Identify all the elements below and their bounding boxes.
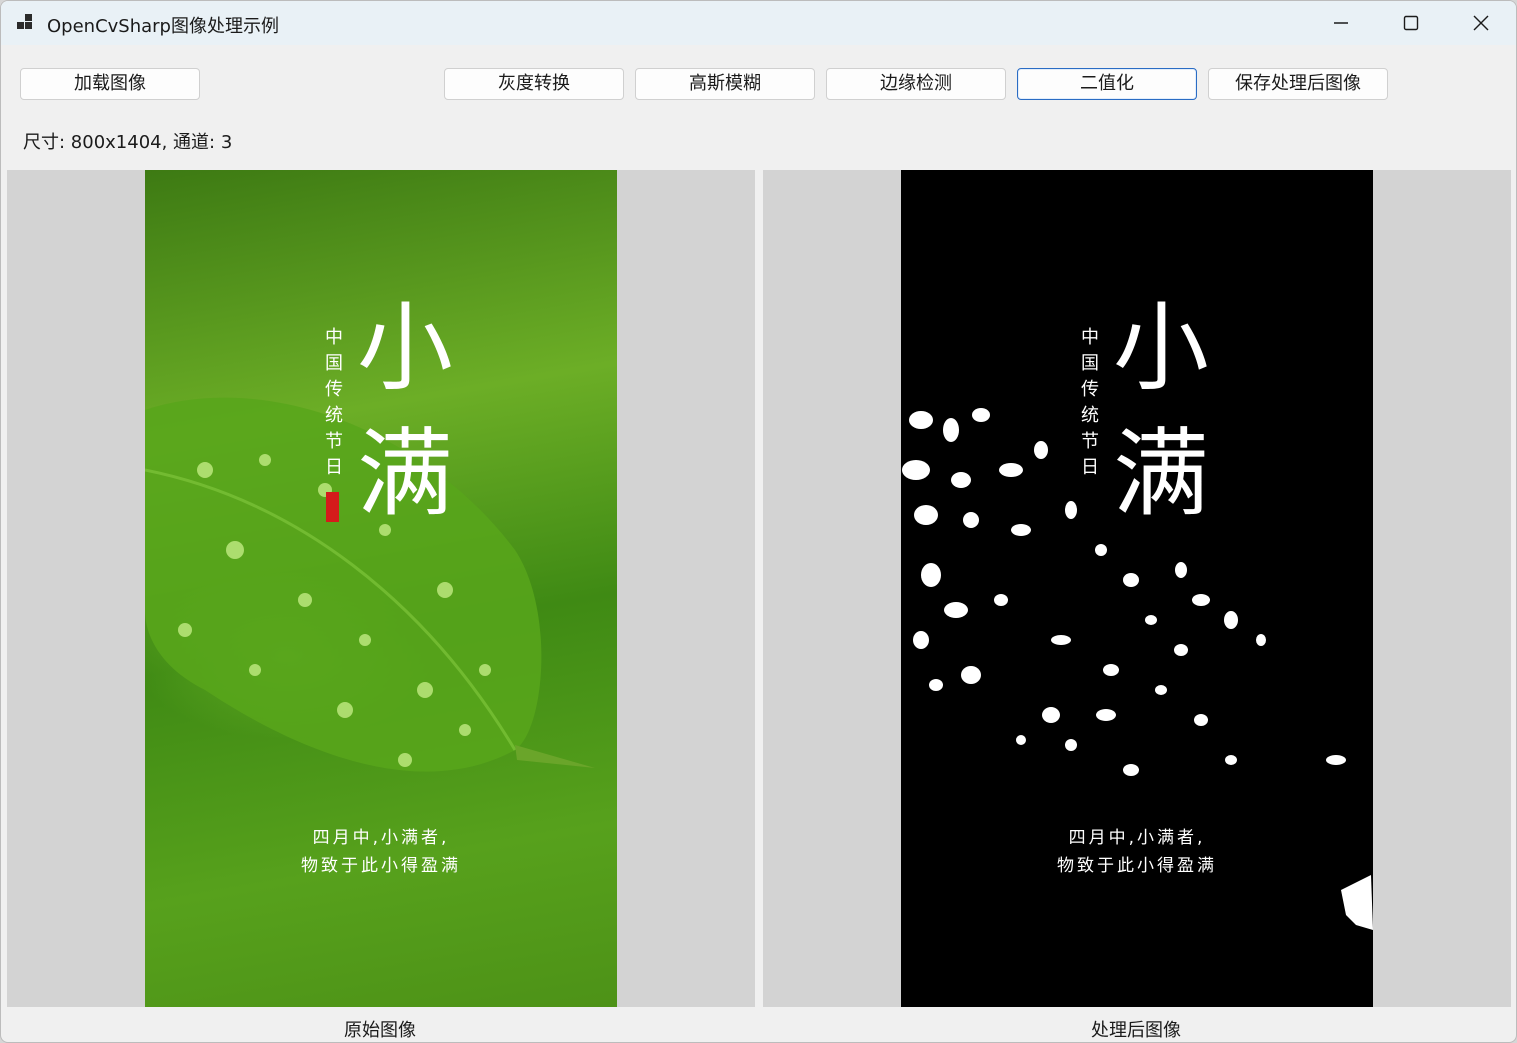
- processed-image: 中国传统节日 小 满 四月中,小满者, 物致于此小得盈满: [901, 170, 1373, 1007]
- load-image-button[interactable]: 加载图像: [20, 68, 200, 100]
- red-seal: [326, 492, 339, 522]
- edge-detect-button[interactable]: 边缘检测: [826, 68, 1006, 100]
- original-image-box: 中国传统节日 小 满 四月中,小满者, 物致于此小得盈满: [7, 170, 755, 1007]
- app-icon: [17, 14, 32, 29]
- grayscale-button[interactable]: 灰度转换: [444, 68, 624, 100]
- minimize-icon: [1334, 22, 1348, 24]
- binarize-button[interactable]: 二值化: [1017, 68, 1197, 100]
- big-char-2-processed: 满: [1113, 418, 1209, 530]
- big-char-2: 满: [357, 418, 453, 530]
- close-icon: [1473, 15, 1489, 31]
- app-window: OpenCvSharp图像处理示例 加载图像 灰度转换 高斯模糊 边缘检测 二值…: [0, 0, 1517, 1043]
- vertical-caption: 中国传统节日: [325, 327, 343, 478]
- original-image-caption: 原始图像: [344, 1020, 416, 1041]
- big-char-1-processed: 小: [1113, 292, 1209, 404]
- image-info-label: 尺寸: 800x1404, 通道: 3: [23, 132, 233, 153]
- poem-line-1-processed: 四月中,小满者,: [1068, 828, 1206, 848]
- save-processed-button[interactable]: 保存处理后图像: [1208, 68, 1388, 100]
- poem-line-2-processed: 物致于此小得盈满: [1057, 856, 1217, 876]
- maximize-button[interactable]: [1376, 1, 1446, 45]
- vertical-caption-processed: 中国传统节日: [1081, 327, 1099, 478]
- gaussian-blur-button[interactable]: 高斯模糊: [635, 68, 815, 100]
- big-char-1: 小: [357, 292, 453, 404]
- processed-image-box: 中国传统节日 小 满 四月中,小满者, 物致于此小得盈满: [763, 170, 1511, 1007]
- maximize-icon: [1403, 15, 1419, 31]
- minimize-button[interactable]: [1306, 1, 1376, 45]
- processed-image-caption: 处理后图像: [1091, 1020, 1181, 1041]
- title-bar[interactable]: OpenCvSharp图像处理示例: [1, 1, 1516, 45]
- poem-line-2: 物致于此小得盈满: [301, 856, 461, 876]
- close-button[interactable]: [1446, 1, 1516, 45]
- window-title: OpenCvSharp图像处理示例: [47, 16, 279, 37]
- original-image: 中国传统节日 小 满 四月中,小满者, 物致于此小得盈满: [145, 170, 617, 1007]
- poem-line-1: 四月中,小满者,: [312, 828, 450, 848]
